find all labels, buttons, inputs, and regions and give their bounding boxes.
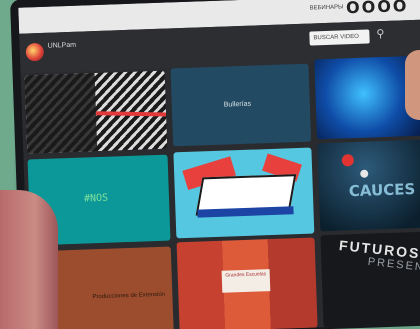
brand-name: UNLPam xyxy=(48,42,77,51)
search-icon[interactable]: ⚲ xyxy=(371,27,390,44)
finger xyxy=(405,50,420,120)
hand xyxy=(0,190,58,329)
video-tile-6[interactable]: CAUCES xyxy=(317,139,420,232)
tile-2-label: Bullerías xyxy=(223,100,252,109)
video-tile-5[interactable] xyxy=(173,147,315,239)
tile-7-label: Producciones de Extensión xyxy=(92,291,166,301)
tablet-device: ВЕБИНАРЫ OOOO UNLPam BUSCAR VIDEO ⚲ Bull… xyxy=(10,0,420,329)
video-tile-2[interactable]: Bullerías xyxy=(170,63,312,147)
tablet-screen: ВЕБИНАРЫ OOOO UNLPam BUSCAR VIDEO ⚲ Bull… xyxy=(18,0,420,329)
tile-4-label: #NOS xyxy=(83,192,109,205)
tile-6-label: CAUCES xyxy=(348,179,416,201)
top-bar-label: ВЕБИНАРЫ xyxy=(309,4,344,12)
brand-line-1: UNLPam xyxy=(47,41,77,50)
tile-shade xyxy=(24,73,98,154)
search-input[interactable]: BUSCAR VIDEO xyxy=(309,29,370,46)
video-tile-1[interactable] xyxy=(24,70,168,154)
video-tile-9[interactable]: FUTUROS PRESENTES xyxy=(320,231,420,328)
tile-8-label: Grandes Escuelas xyxy=(221,269,271,293)
logo-icon[interactable] xyxy=(25,42,45,62)
tile-red-bar xyxy=(96,111,167,117)
status-dots: OOOO xyxy=(345,0,409,18)
photo-scene: ВЕБИНАРЫ OOOO UNLPam BUSCAR VIDEO ⚲ Bull… xyxy=(0,0,420,329)
video-tile-8[interactable]: Grandes Escuelas xyxy=(176,237,318,329)
tile-6-white-ball xyxy=(360,169,369,178)
tile-6-red-ball xyxy=(341,154,355,167)
